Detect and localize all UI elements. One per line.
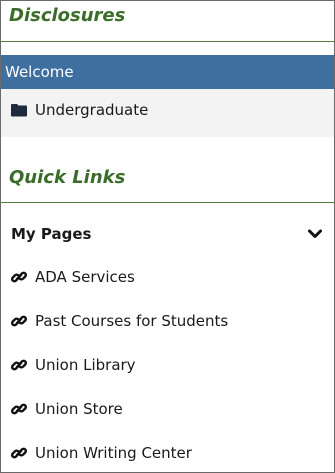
link-union-writing-center[interactable]: Union Writing Center [1,434,334,472]
link-union-library[interactable]: Union Library [1,346,334,384]
link-label: ADA Services [35,268,135,286]
link-label: Union Writing Center [35,444,192,462]
link-label: Union Store [35,400,123,418]
my-pages-toggle[interactable]: My Pages [1,215,334,253]
link-icon [11,445,27,461]
heading-divider [1,41,334,42]
folder-icon [11,103,27,117]
disclosures-heading: Disclosures [9,5,126,26]
nav-item-undergraduate[interactable]: Undergraduate [1,89,334,137]
link-icon [11,313,27,329]
nav-item-welcome[interactable]: Welcome [1,55,334,89]
link-ada-services[interactable]: ADA Services [1,258,334,296]
link-union-store[interactable]: Union Store [1,390,334,428]
quick-links-heading: Quick Links [9,167,126,188]
group-label: My Pages [11,225,92,243]
chevron-down-icon [308,228,322,240]
link-label: Past Courses for Students [35,312,229,330]
sidebar-panel: Disclosures Welcome Undergraduate Quick … [0,0,335,473]
link-icon [11,269,27,285]
nav-item-label: Welcome [5,63,74,81]
link-past-courses[interactable]: Past Courses for Students [1,302,334,340]
link-label: Union Library [35,356,136,374]
link-icon [11,401,27,417]
link-icon [11,357,27,373]
heading-divider [1,202,334,203]
nav-item-label: Undergraduate [35,101,149,119]
